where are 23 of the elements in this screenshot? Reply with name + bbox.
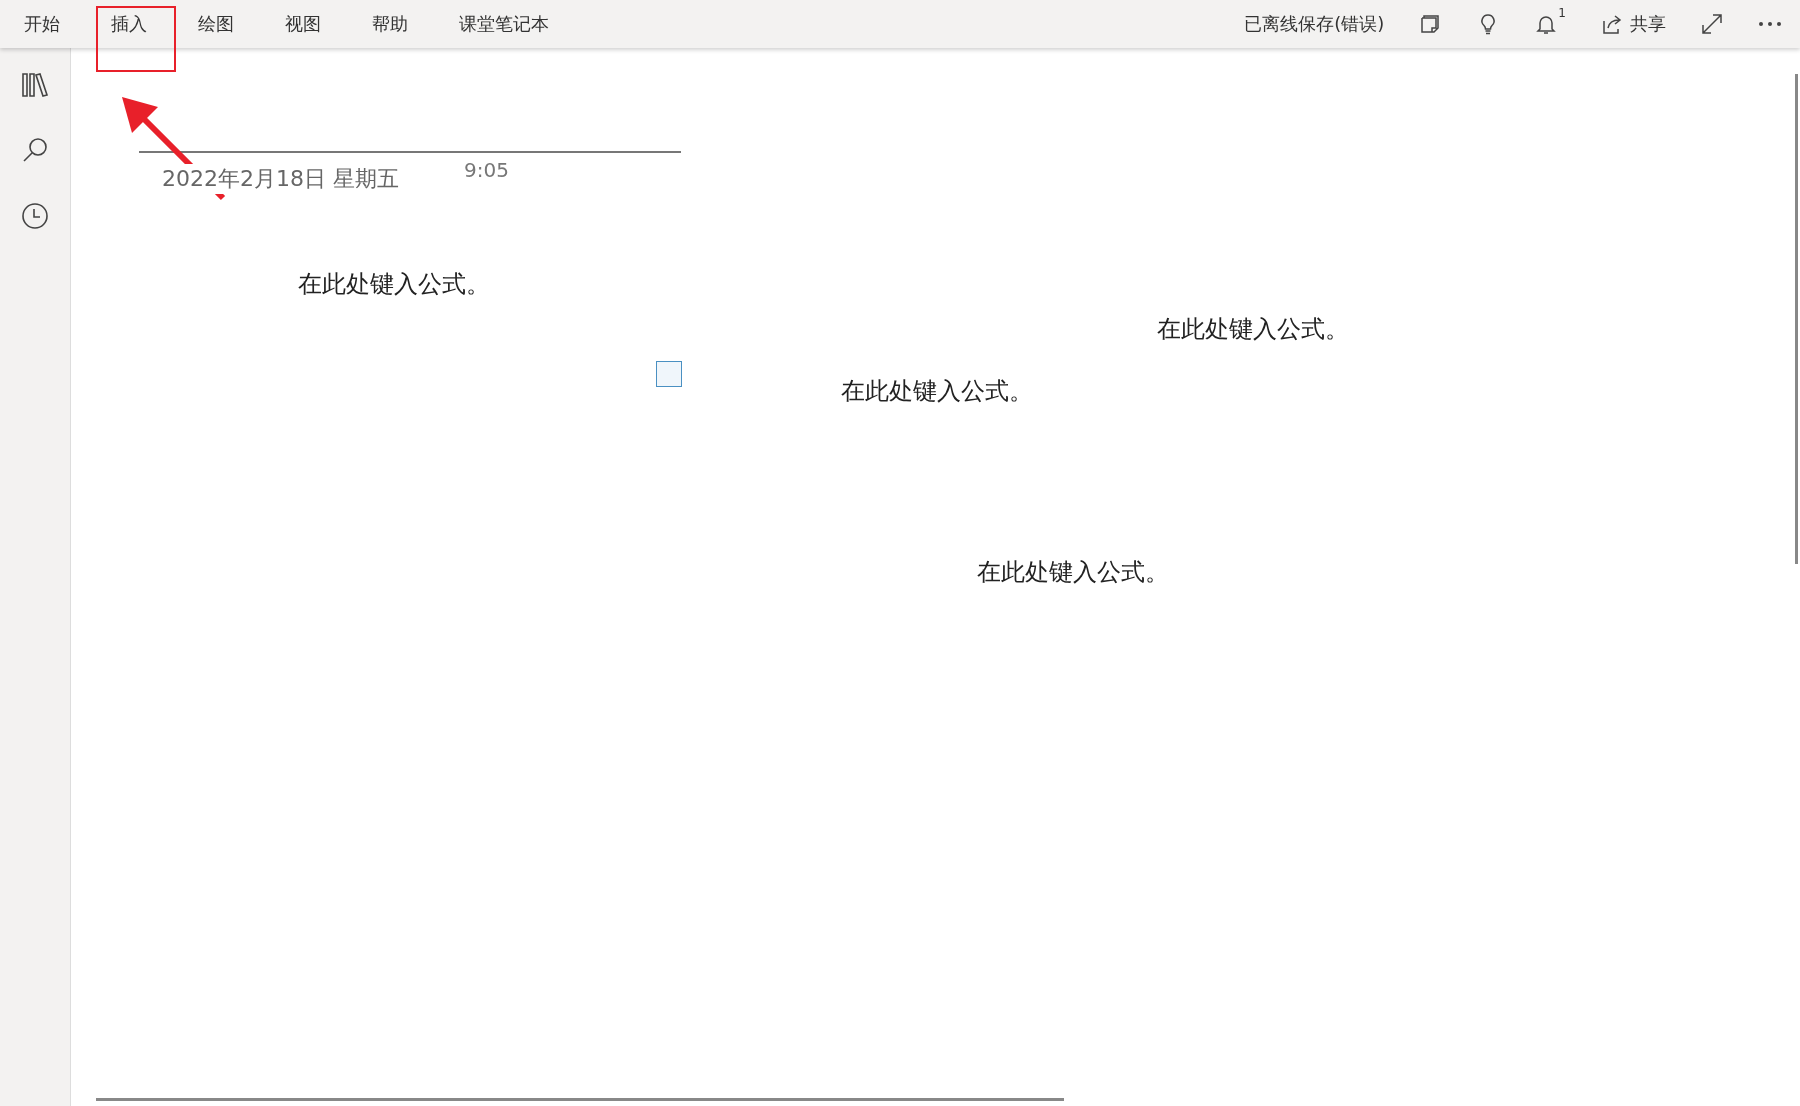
equation-placeholder[interactable]: 在此处键入公式。 [977,556,1169,588]
ribbon-tab[interactable]: 插入 [111,12,147,36]
share-icon [1600,12,1624,36]
ribbon-tab[interactable]: 视图 [285,12,321,36]
notification-count: 1 [1558,6,1566,20]
equation-placeholder[interactable]: 在此处键入公式。 [841,375,1033,407]
more-icon[interactable] [1758,21,1782,27]
clock-icon[interactable] [21,202,49,230]
save-status: 已离线保存(错误) [1244,12,1385,36]
ribbon-tab[interactable]: 开始 [24,12,60,36]
page-date: 2022年2月18日 星期五 [162,164,399,194]
container-handle[interactable] [656,361,682,387]
page-time: 9:05 [464,158,509,182]
equation-placeholder[interactable]: 在此处键入公式。 [298,268,490,300]
ribbon-tab[interactable]: 绘图 [198,12,234,36]
expand-icon[interactable] [1700,12,1724,36]
scrollbar[interactable] [1795,74,1798,564]
equation-placeholder[interactable]: 在此处键入公式。 [1157,313,1349,345]
ribbon-tab[interactable]: 帮助 [372,12,408,36]
search-icon[interactable] [21,136,49,164]
notebooks-icon[interactable] [21,72,49,98]
ribbon-tab[interactable]: 课堂笔记本 [459,12,549,36]
share-button[interactable]: 共享 [1600,12,1666,36]
